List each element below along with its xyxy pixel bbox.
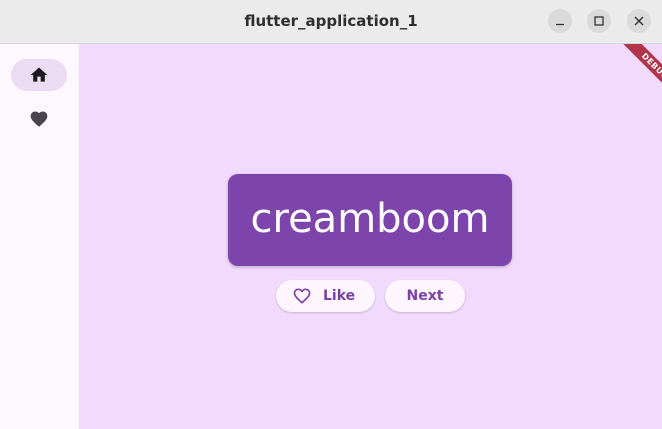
word-card: creamboom <box>228 174 512 266</box>
nav-item-favorites[interactable] <box>11 103 67 135</box>
title-bar: flutter_application_1 <box>0 0 662 44</box>
minimize-icon <box>556 23 564 26</box>
debug-banner-label: DEBUG <box>618 44 662 103</box>
next-button[interactable]: Next <box>385 280 465 312</box>
like-button-label: Like <box>323 288 356 304</box>
nav-item-home[interactable] <box>11 59 67 91</box>
like-button[interactable]: Like <box>276 280 375 312</box>
next-button-label: Next <box>406 288 444 304</box>
word-pair-text: creamboom <box>250 196 490 242</box>
debug-banner: DEBUG <box>602 44 662 104</box>
close-button[interactable] <box>627 9 651 33</box>
home-icon <box>30 67 48 82</box>
heart-outline-icon <box>293 288 311 304</box>
main-content: creamboom Like Next <box>79 44 662 429</box>
maximize-button[interactable] <box>587 9 611 33</box>
app-window: flutter_application_1 creamboom Like Nex… <box>0 0 662 429</box>
minimize-button[interactable] <box>548 9 572 33</box>
close-icon <box>634 16 644 26</box>
navigation-rail <box>0 44 79 429</box>
maximize-icon <box>594 16 604 26</box>
heart-filled-icon <box>30 111 48 127</box>
